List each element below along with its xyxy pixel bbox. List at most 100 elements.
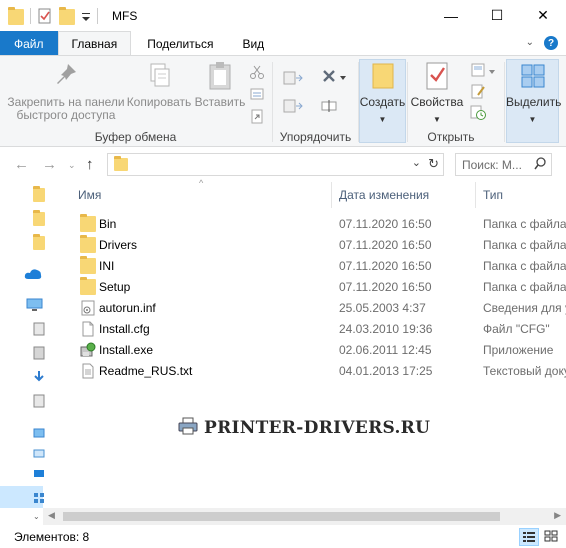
file-type: Папка с файлами [483,280,566,294]
file-name: Install.exe [99,343,154,357]
scroll-right-icon[interactable]: ▶ [554,510,561,521]
tab-home[interactable]: Главная [57,31,132,56]
file-row[interactable]: Setup 07.11.2020 16:50 Папка с файлами [78,276,566,297]
file-name: INI [99,259,115,273]
documents-icon[interactable] [33,322,45,336]
chevron-down-icon[interactable] [81,8,91,24]
file-row[interactable]: INI 07.11.2020 16:50 Папка с файлами [78,255,566,276]
cut-icon[interactable] [249,64,265,80]
paste-button[interactable]: Вставить [194,60,246,109]
new-button[interactable]: Создать ▼ [359,60,406,126]
ribbon-options: ⌄ ? [526,36,558,50]
new-folder-icon [367,60,399,92]
window-controls: — ☐ ✕ [428,0,566,31]
rename-icon[interactable] [321,98,337,114]
close-button[interactable]: ✕ [520,0,566,31]
folder-icon [80,277,96,295]
file-date: 07.11.2020 16:50 [339,217,432,231]
title-bar: MFS — ☐ ✕ [0,0,566,31]
search-placeholder: Поиск: М... [462,158,522,172]
file-row[interactable]: Readme_RUS.txt 04.01.2013 17:25 Текстовы… [78,360,566,381]
chevron-down-icon[interactable]: ⌄ [526,37,534,50]
copy-label: Копировать [126,95,192,109]
properties-icon [421,60,453,92]
pictures-icon[interactable] [33,346,45,360]
tab-share[interactable]: Поделиться [131,31,226,56]
chevron-down-icon[interactable] [488,65,496,81]
folder-icon[interactable] [33,186,45,202]
forward-arrow-icon[interactable]: → [42,156,57,173]
up-arrow-icon[interactable]: ↑ [86,156,94,173]
file-row[interactable]: autorun.inf 25.05.2003 4:37 Сведения для… [78,297,566,318]
select-label: Выделить [506,95,562,109]
file-name: Setup [99,280,131,294]
cloud-icon[interactable] [24,268,42,282]
clipboard-group-label: Буфер обмена [94,130,177,144]
properties-button[interactable]: Свойства ▼ [410,60,464,126]
open-icon[interactable] [470,62,486,78]
column-header-type[interactable]: Тип [483,182,563,208]
tab-view[interactable]: Вид [226,31,277,56]
history-icon[interactable] [470,104,486,120]
desktop-icon[interactable] [33,426,45,440]
help-icon[interactable]: ? [544,36,558,50]
cfg-file-icon [80,321,96,337]
file-row[interactable]: Drivers 07.11.2020 16:50 Папка с файлами [78,234,566,255]
new-folder-icon[interactable] [59,6,75,25]
search-icon [534,157,546,173]
back-arrow-icon[interactable]: ← [14,156,29,173]
delete-icon[interactable] [321,68,337,84]
horizontal-scrollbar[interactable]: ◀ ▶ [43,508,566,525]
pin-button[interactable]: Закрепить на панели быстрого доступа [6,60,126,122]
refresh-icon[interactable]: ↻ [428,156,439,172]
search-input[interactable]: Поиск: М... [455,153,552,176]
file-name: autorun.inf [99,301,156,315]
network-icon[interactable] [33,492,45,506]
properties-check-icon[interactable] [37,8,53,24]
file-type: Папка с файлами [483,217,566,231]
drive-icon[interactable] [33,446,45,460]
file-row[interactable]: Bin 07.11.2020 16:50 Папка с файлами [78,213,566,234]
window-title: MFS [112,8,138,23]
scrollbar-thumb[interactable] [63,512,500,521]
details-view-icon [523,532,535,542]
column-separator[interactable] [475,182,476,208]
minimize-button[interactable]: — [428,0,474,31]
copy-path-icon[interactable] [249,86,265,102]
file-row[interactable]: Install.cfg 24.03.2010 19:36 Файл "CFG" [78,318,566,339]
details-view-button[interactable] [519,528,539,546]
maximize-button[interactable]: ☐ [474,0,520,31]
paste-shortcut-icon[interactable] [249,108,265,124]
drive-icon[interactable] [33,466,45,480]
large-icons-view-button[interactable] [542,528,562,546]
recent-chevron-icon[interactable]: ⌄ [68,160,76,171]
downloads-icon[interactable] [33,370,45,384]
edit-icon[interactable] [470,83,486,99]
exe-installer-icon [80,342,96,358]
file-name: Install.cfg [99,322,150,336]
column-header-name[interactable]: Имя [78,182,328,208]
properties-label: Свойства [410,95,464,109]
column-separator[interactable] [331,182,332,208]
chevron-down-icon[interactable]: ⌄ [412,156,421,169]
tab-file[interactable]: Файл [0,31,58,56]
move-to-icon[interactable] [283,70,303,86]
folder-icon[interactable] [33,234,45,250]
file-date: 07.11.2020 16:50 [339,259,432,273]
scroll-left-icon[interactable]: ◀ [48,510,55,521]
computer-icon[interactable] [26,298,43,312]
column-header-date[interactable]: Дата изменения [339,182,469,208]
separator [30,7,31,24]
copy-button[interactable]: Копировать [126,60,192,109]
file-row[interactable]: Install.exe 02.06.2011 12:45 Приложение [78,339,566,360]
open-group-label: Открыть [427,130,475,144]
pin-icon [50,60,82,92]
folder-icon[interactable] [33,210,45,226]
quick-access-toolbar [0,0,104,31]
printer-icon [178,417,198,438]
select-button[interactable]: Выделить ▼ [506,60,562,126]
music-icon[interactable] [33,394,45,408]
address-bar[interactable]: ⌄ ↻ [107,153,444,176]
copy-to-icon[interactable] [283,98,303,114]
chevron-down-icon[interactable] [339,71,347,87]
